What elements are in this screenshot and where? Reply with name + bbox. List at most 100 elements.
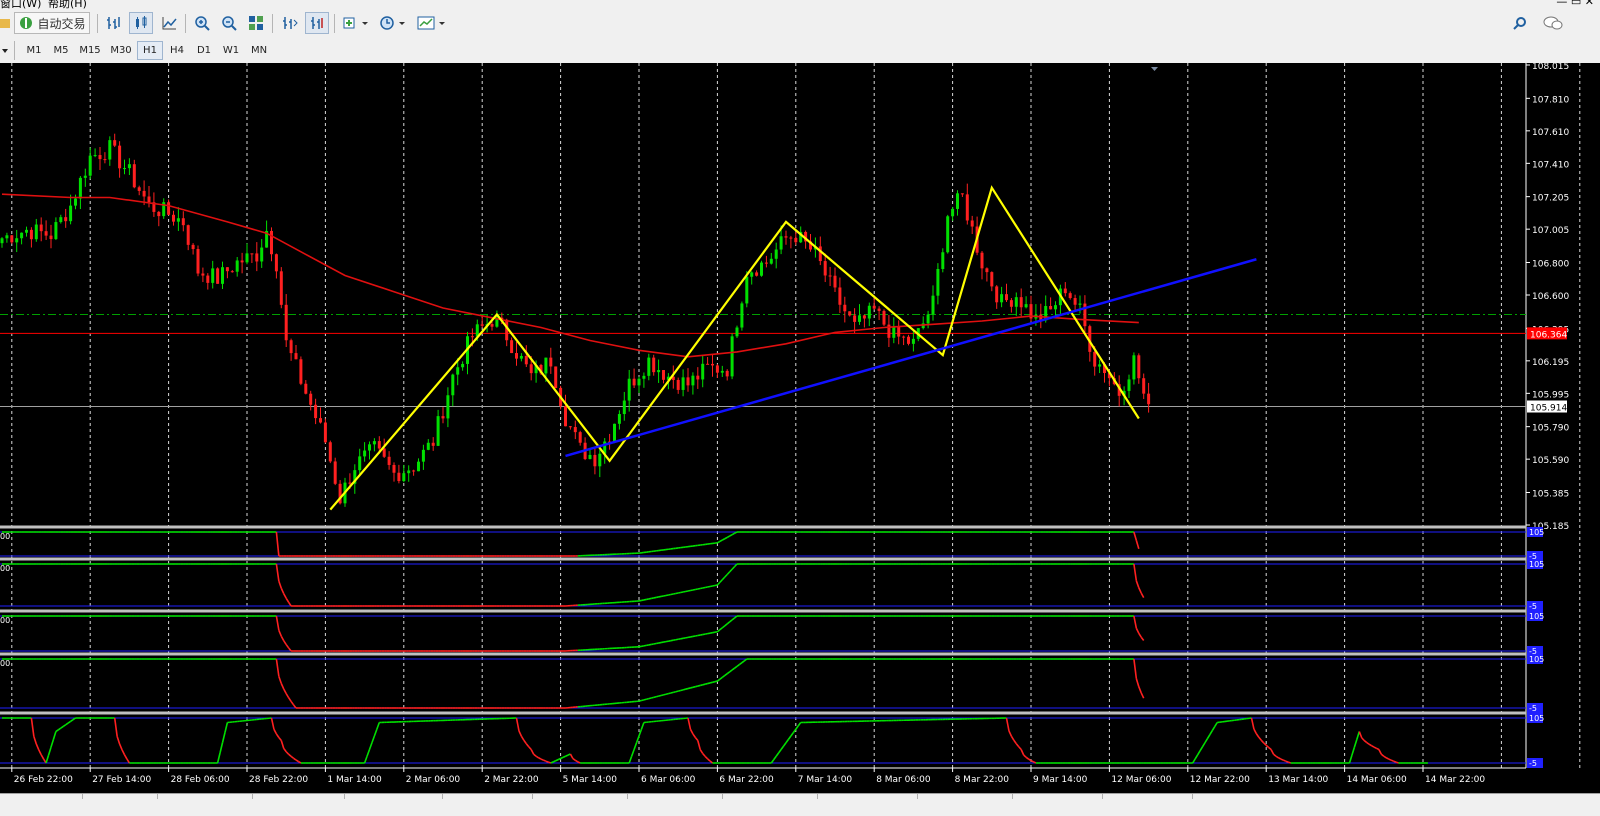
period-clock-icon[interactable] (377, 12, 409, 34)
candle-body (192, 245, 195, 249)
candle-body (863, 315, 866, 318)
menu-window[interactable]: 窗口(W) (0, 0, 41, 9)
candle-body (15, 238, 18, 242)
candle-body (593, 455, 596, 466)
candle-body (897, 326, 900, 336)
candle-body (143, 191, 146, 197)
candle-body (20, 233, 23, 239)
indicator-line-segment (556, 760, 558, 761)
symbol-tab[interactable] (172, 793, 253, 799)
timeframe-d1-button[interactable]: D1 (191, 41, 217, 60)
indicator-line-segment (708, 683, 710, 684)
symbol-tab[interactable] (2, 793, 83, 799)
symbol-tab[interactable] (362, 793, 443, 799)
timeframe-m15-button[interactable]: M15 (75, 41, 105, 60)
symbol-tab[interactable] (737, 793, 818, 799)
candle-body (446, 395, 449, 418)
symbol-tab[interactable] (837, 793, 918, 799)
auto-scroll-icon[interactable] (305, 12, 329, 34)
zoom-out-icon[interactable] (217, 12, 241, 34)
timeframe-w1-button[interactable]: W1 (218, 41, 244, 60)
candle-body (128, 164, 131, 168)
time-tick-label: 9 Mar 14:00 (1033, 775, 1088, 785)
timeframe-m1-button[interactable]: M1 (21, 41, 47, 60)
line-chart-icon[interactable] (157, 12, 181, 34)
candle-body (652, 358, 655, 373)
folder-icon[interactable] (0, 12, 10, 34)
indicator-line-segment (548, 762, 550, 763)
candle-body (10, 235, 13, 242)
candle-body (525, 356, 528, 364)
symbol-tab[interactable] (452, 793, 533, 799)
candle-body (990, 272, 993, 286)
chevron-down-icon[interactable] (0, 40, 10, 62)
symbol-tab[interactable] (264, 793, 345, 799)
price-tick-label: 106.195 (1532, 358, 1569, 368)
symbol-tab[interactable] (547, 793, 628, 799)
candle-body (1010, 300, 1013, 307)
candle-body (1000, 294, 1003, 302)
candle-body (1093, 352, 1096, 367)
candle-body (1015, 297, 1018, 307)
candle-body (99, 155, 102, 159)
candle-body (260, 248, 263, 262)
candle-body (981, 253, 984, 269)
zoom-in-icon[interactable] (190, 12, 214, 34)
candle-body (961, 193, 964, 194)
search-icon[interactable] (1510, 12, 1530, 34)
indicator-left-label: 00 (0, 616, 10, 625)
candle-body (853, 315, 856, 321)
time-tick-label: 7 Mar 14:00 (798, 775, 853, 785)
symbol-tab[interactable] (642, 793, 723, 799)
indicator-line-segment (1288, 762, 1290, 763)
symbol-tab[interactable] (1022, 793, 1103, 799)
window-controls[interactable]: — ▭ ✕ (1556, 0, 1594, 8)
candle-body (530, 364, 533, 373)
indicators-icon[interactable] (340, 12, 372, 34)
candle-body (1069, 293, 1072, 298)
bar-chart-icon[interactable] (102, 12, 126, 34)
candle-body (755, 272, 758, 275)
candle-body (368, 444, 371, 450)
menu-help[interactable]: 帮助(H) (48, 0, 87, 9)
candle-body (407, 470, 410, 473)
templates-icon[interactable] (415, 12, 449, 34)
indicator-line-segment (664, 694, 666, 695)
timeframe-h1-button[interactable]: H1 (137, 41, 163, 60)
indicator-level-label: 105 (1529, 560, 1544, 569)
indicator-line-segment (661, 695, 663, 696)
candle-body (456, 367, 459, 374)
symbol-tab[interactable] (932, 793, 1013, 799)
symbol-tab[interactable] (77, 793, 158, 799)
candlestick-chart-icon[interactable] (129, 12, 153, 34)
candle-body (290, 340, 293, 353)
price-chart[interactable]: 108.015107.810107.610107.410107.205107.0… (0, 63, 1600, 793)
toolbar-separator (185, 14, 186, 33)
symbol-tab[interactable] (1112, 793, 1193, 799)
tile-windows-icon[interactable] (244, 12, 268, 34)
indicator-line-segment (546, 761, 548, 762)
candle-body (324, 422, 327, 442)
candle-body (1054, 305, 1057, 309)
candle-body (432, 443, 435, 446)
indicator-line-segment (654, 697, 656, 698)
indicator-line-segment (644, 699, 646, 700)
chart-shift-icon[interactable] (278, 12, 302, 34)
auto-trading-button[interactable]: 自动交易 (14, 12, 90, 34)
timeframe-m5-button[interactable]: M5 (48, 41, 74, 60)
timeframe-mn-button[interactable]: MN (245, 41, 273, 60)
candle-body (133, 164, 136, 187)
indicator-line-segment (641, 700, 643, 701)
candle-body (177, 218, 180, 221)
indicator-line-segment (1396, 762, 1398, 763)
price-tick-label: 106.800 (1532, 259, 1569, 269)
candle-body (246, 253, 249, 262)
candle-body (892, 326, 895, 337)
indicator-line-segment (551, 762, 553, 763)
indicator-line-segment (683, 689, 685, 690)
timeframe-h4-button[interactable]: H4 (164, 41, 190, 60)
chat-icon[interactable] (1540, 12, 1566, 34)
timeframe-m30-button[interactable]: M30 (106, 41, 136, 60)
indicator-level-label: 105 (1529, 655, 1544, 664)
indicator-line-segment (668, 693, 670, 694)
